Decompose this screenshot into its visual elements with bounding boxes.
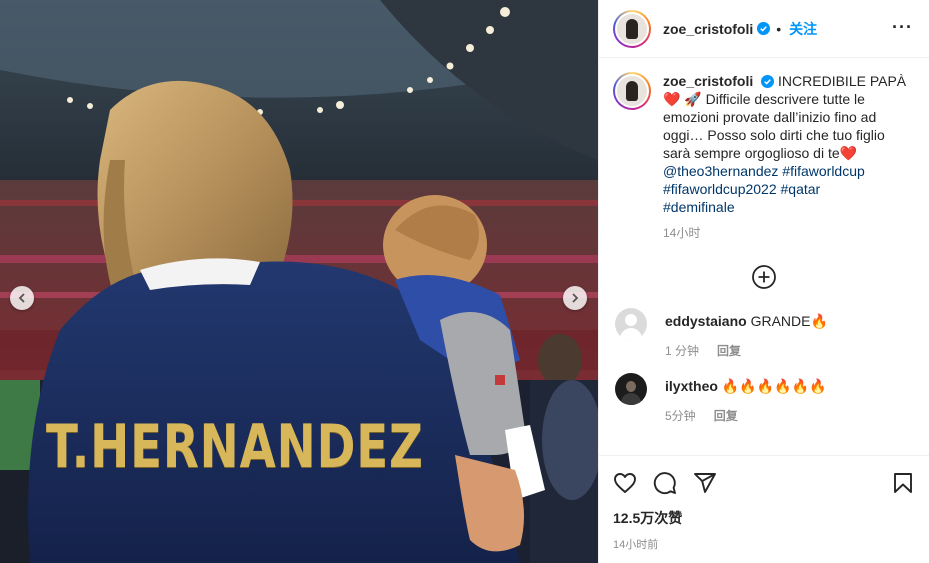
comment-username[interactable]: eddystaiano bbox=[665, 313, 747, 329]
comment-time: 5分钟 bbox=[665, 409, 696, 423]
caption-hashtags-3[interactable]: #demifinale bbox=[663, 199, 735, 215]
comment-item: ilyxtheo 🔥🔥🔥🔥🔥🔥 5分钟 回复 bbox=[613, 373, 915, 424]
heart-icon[interactable] bbox=[613, 471, 637, 495]
more-horizontal-icon[interactable]: ··· bbox=[892, 18, 913, 36]
post-photo[interactable]: T.HERNANDEZ bbox=[0, 0, 598, 563]
heart-emoji-icon: ❤️ bbox=[663, 91, 681, 107]
reply-button[interactable]: 回复 bbox=[714, 407, 738, 424]
comment-time: 1 分钟 bbox=[665, 344, 700, 358]
chevron-right-icon bbox=[572, 293, 579, 303]
comment-text: GRANDE🔥 bbox=[750, 313, 828, 329]
post-sidebar: zoe_cristofoli • 关注 ··· zoe_cristofoli I… bbox=[598, 0, 929, 563]
rocket-emoji-icon: 🚀 bbox=[684, 91, 702, 107]
caption-avatar[interactable] bbox=[613, 72, 651, 110]
comments-section: zoe_cristofoli INCREDIBILE PAPÀ ❤️ 🚀 Dif… bbox=[599, 58, 929, 454]
verified-badge-icon bbox=[757, 22, 771, 35]
caption-time: 14小时 bbox=[663, 226, 701, 240]
caption: zoe_cristofoli INCREDIBILE PAPÀ ❤️ 🚀 Dif… bbox=[613, 72, 915, 242]
commenter-avatar[interactable] bbox=[615, 308, 647, 340]
action-bar bbox=[613, 468, 915, 498]
caption-hashtags-1[interactable]: @theo3hernandez #fifaworldcup bbox=[663, 163, 865, 179]
like-count[interactable]: 12.5万次赞 bbox=[613, 508, 915, 528]
comment-item: eddystaiano GRANDE🔥 1 分钟 回复 bbox=[613, 308, 915, 359]
post-actions-section: 12.5万次赞 14小时前 bbox=[599, 455, 929, 563]
separator: • bbox=[776, 20, 782, 37]
heart-emoji-icon: ❤️ bbox=[839, 145, 858, 161]
caption-hashtags-2[interactable]: #fifaworldcup2022 #qatar bbox=[663, 181, 820, 197]
chevron-left-icon bbox=[18, 293, 25, 303]
comment-username[interactable]: ilyxtheo bbox=[665, 378, 718, 394]
comment-icon[interactable] bbox=[653, 471, 677, 495]
post-header: zoe_cristofoli • 关注 ··· bbox=[599, 0, 929, 58]
share-icon[interactable] bbox=[693, 471, 717, 495]
commenter-avatar[interactable] bbox=[615, 373, 647, 405]
plus-circle-icon bbox=[752, 265, 776, 289]
post-timestamp[interactable]: 14小时前 bbox=[613, 536, 915, 552]
prev-photo-button[interactable] bbox=[10, 286, 34, 310]
caption-username[interactable]: zoe_cristofoli bbox=[663, 73, 753, 89]
bookmark-icon[interactable] bbox=[891, 471, 915, 495]
load-more-comments[interactable] bbox=[613, 264, 915, 290]
comment-text: 🔥🔥🔥🔥🔥🔥 bbox=[721, 378, 827, 394]
next-photo-button[interactable] bbox=[563, 286, 587, 310]
author-username[interactable]: zoe_cristofoli bbox=[663, 21, 753, 37]
jersey-name-text: T.HERNANDEZ bbox=[46, 412, 424, 482]
instagram-post: T.HERNANDEZ zoe_cristofoli • 关注 ··· zoe_… bbox=[0, 0, 929, 563]
caption-headline: INCREDIBILE PAPÀ bbox=[778, 73, 907, 89]
reply-button[interactable]: 回复 bbox=[717, 342, 741, 359]
author-avatar[interactable] bbox=[613, 9, 651, 48]
verified-badge-icon bbox=[761, 75, 775, 88]
follow-button[interactable]: 关注 bbox=[789, 19, 817, 39]
caption-text: zoe_cristofoli INCREDIBILE PAPÀ ❤️ 🚀 Dif… bbox=[663, 72, 913, 242]
